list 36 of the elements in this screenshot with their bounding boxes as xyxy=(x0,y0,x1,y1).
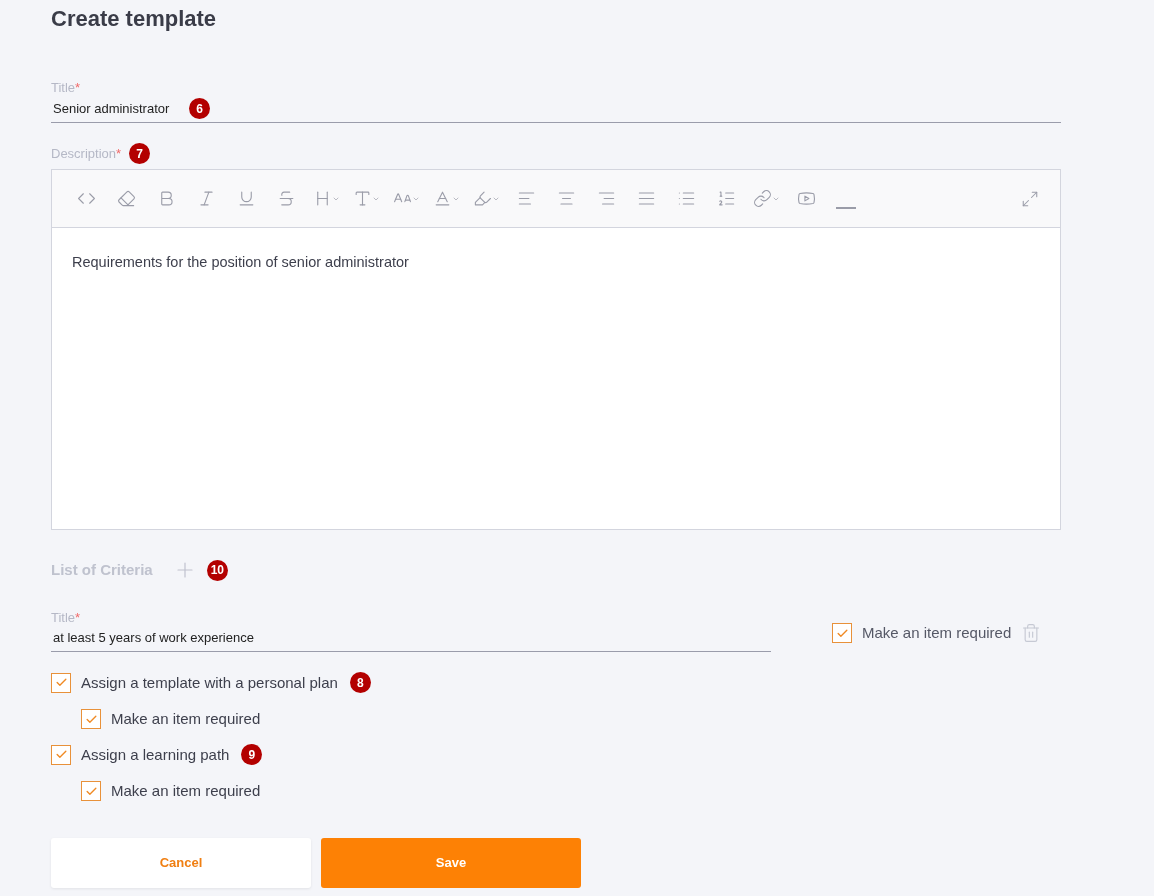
field-label: Title* xyxy=(51,610,82,626)
checkbox[interactable] xyxy=(832,623,852,644)
editor-text: Requirements for the position of senior administrator xyxy=(72,253,410,272)
step-badge: 6 xyxy=(189,98,210,119)
step-badge: 8 xyxy=(349,672,371,694)
align-center-icon xyxy=(556,189,576,208)
video-icon xyxy=(796,189,816,208)
highlight-icon xyxy=(472,189,492,208)
align-right-icon xyxy=(596,189,616,208)
checkbox-label: Make an item required xyxy=(111,781,261,801)
criterion-title-input[interactable]: at least 5 years of work experience xyxy=(51,626,771,652)
checkbox-label: Assign a template with a personal plan xyxy=(81,672,338,693)
align-justify-icon xyxy=(636,189,656,208)
checkbox[interactable] xyxy=(51,672,71,693)
field-label: Description* xyxy=(51,144,122,163)
trash-icon xyxy=(1021,623,1042,644)
page-title: Create template xyxy=(51,5,218,33)
delete-button[interactable] xyxy=(1021,623,1042,644)
horizontal-rule-icon xyxy=(836,206,856,209)
step-badge: 9 xyxy=(241,744,263,766)
link-icon xyxy=(752,189,772,208)
bullet-list-icon xyxy=(676,189,696,208)
field-label: Title* xyxy=(51,80,82,96)
step-badge: 7 xyxy=(129,143,151,164)
checkbox[interactable] xyxy=(81,709,101,730)
align-left-icon xyxy=(516,189,536,208)
checkbox[interactable] xyxy=(51,744,71,765)
expand-icon xyxy=(1021,189,1039,208)
checkbox[interactable] xyxy=(81,781,101,802)
eraser-icon xyxy=(116,189,136,208)
checkbox-label: Make an item required xyxy=(862,623,1012,643)
title-input[interactable]: Senior administrator xyxy=(51,98,179,119)
numbered-list-icon xyxy=(716,189,736,208)
checkbox-label: Make an item required xyxy=(111,709,261,729)
step-badge: 10 xyxy=(206,559,229,581)
checkbox-label: Assign a learning path xyxy=(81,744,230,765)
